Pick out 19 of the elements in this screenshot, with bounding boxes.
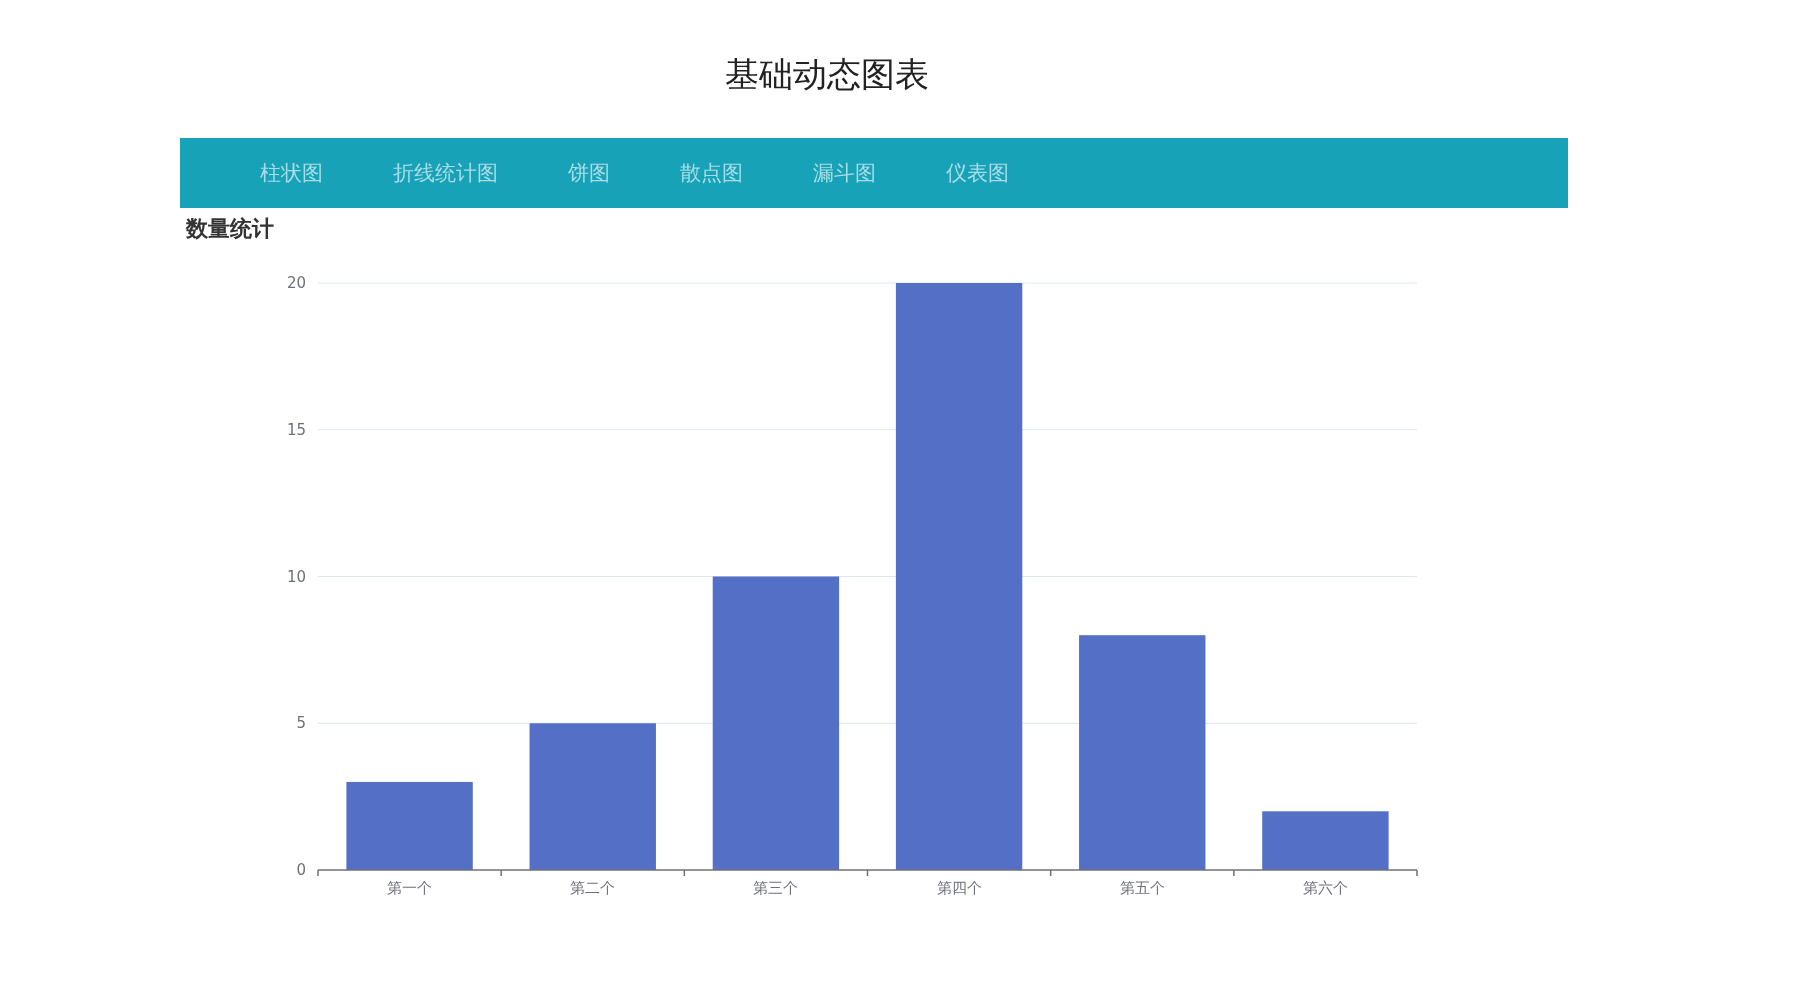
y-tick-label: 0	[296, 861, 306, 879]
nav-link[interactable]: 折线统计图	[393, 159, 498, 187]
x-tick-label: 第二个	[570, 879, 616, 897]
x-tick-label: 第三个	[753, 879, 799, 897]
x-tick-label: 第一个	[387, 879, 433, 897]
nav-link[interactable]: 仪表图	[946, 159, 1009, 187]
nav-link[interactable]: 散点图	[680, 159, 743, 187]
y-tick-label: 20	[286, 274, 306, 292]
x-tick-label: 第五个	[1119, 879, 1165, 897]
y-tick-label: 5	[296, 714, 306, 733]
x-tick-label: 第四个	[936, 879, 982, 897]
x-tick-label: 第六个	[1302, 879, 1348, 897]
section-title: 数量统计	[186, 215, 275, 243]
nav-link[interactable]: 漏斗图	[813, 159, 876, 187]
y-tick-label: 15	[286, 420, 306, 439]
y-tick-label: 10	[286, 567, 306, 586]
nav-link[interactable]: 饼图	[568, 159, 610, 187]
nav-link[interactable]: 柱状图	[260, 159, 323, 187]
page-title: 基础动态图表	[724, 53, 930, 96]
